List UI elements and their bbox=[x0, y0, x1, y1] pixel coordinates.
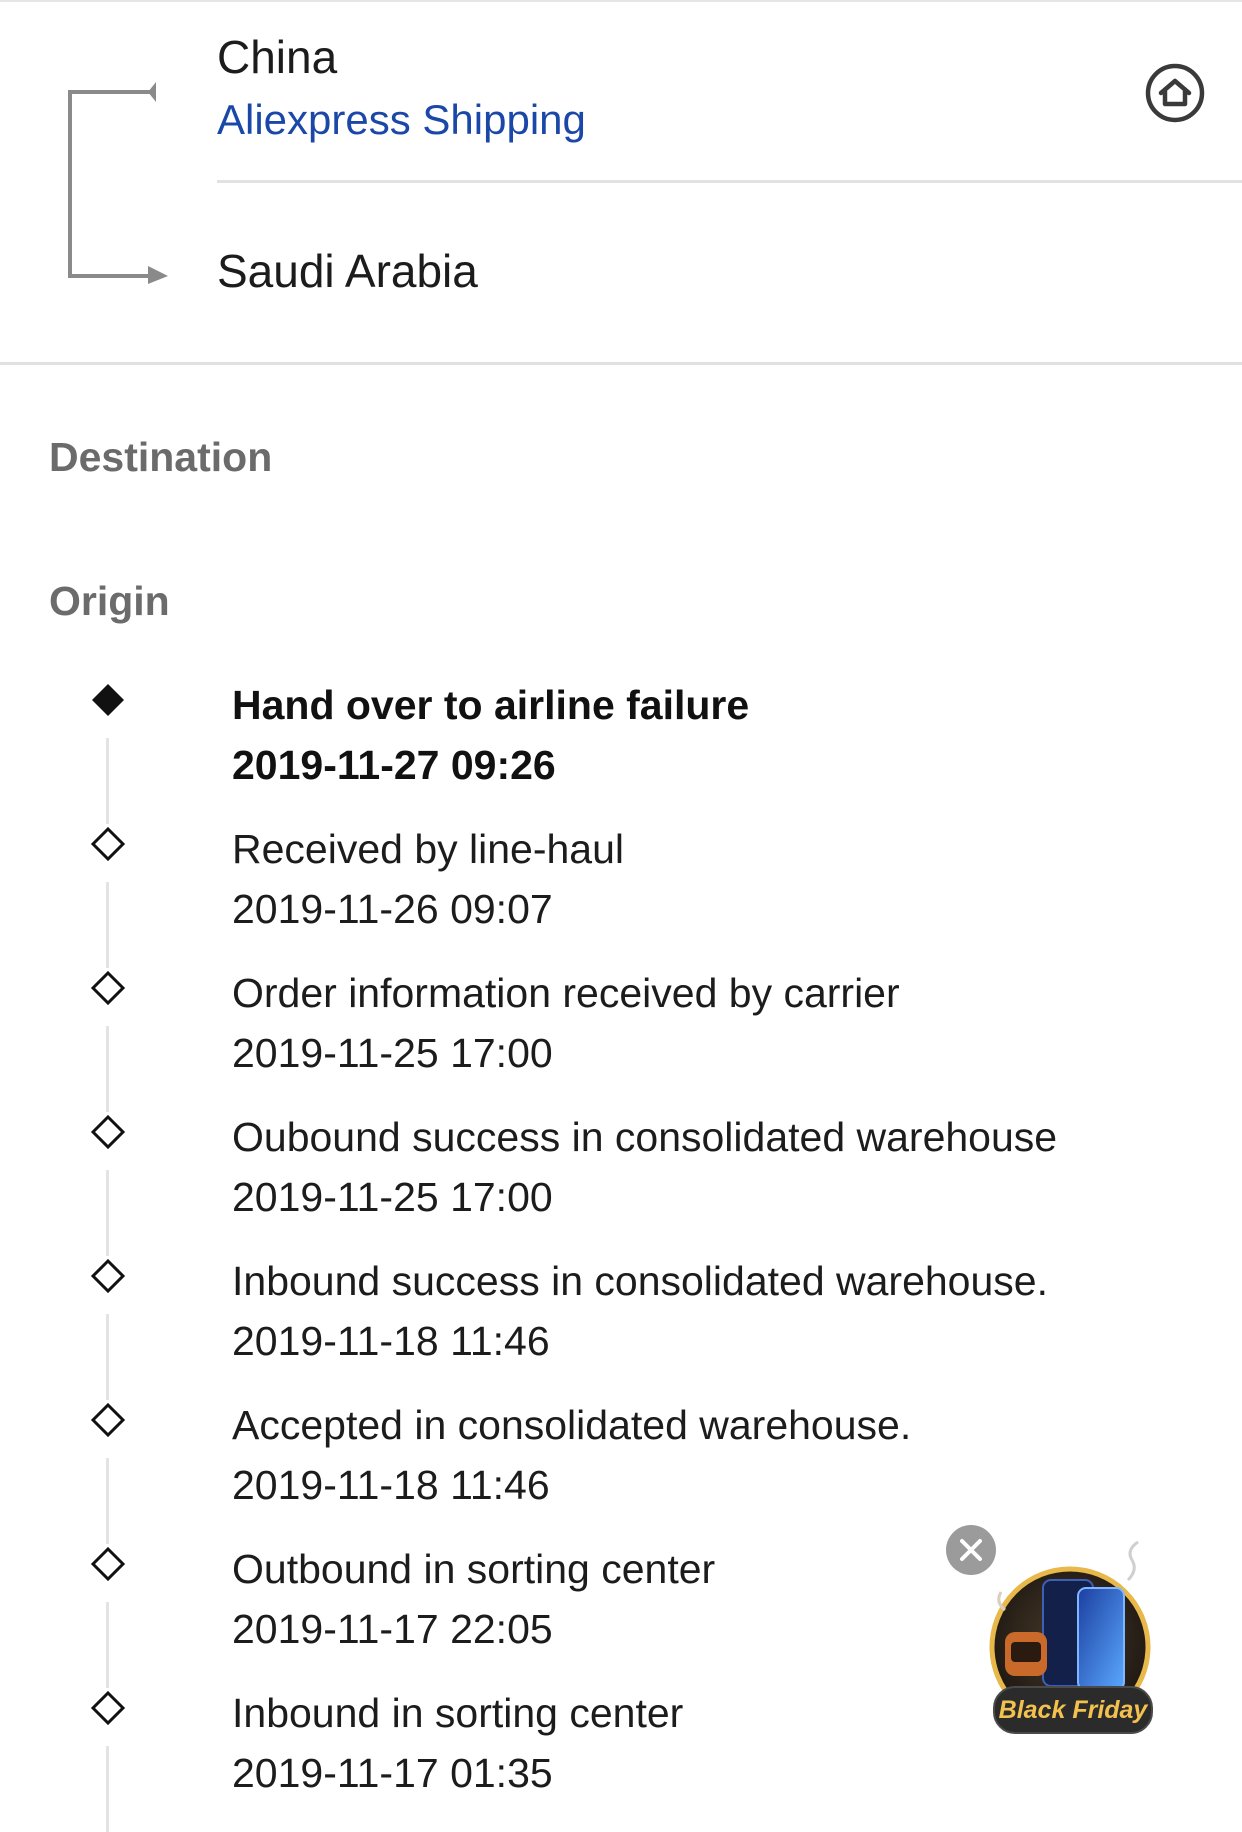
event-time: 2019-11-25 17:00 bbox=[232, 1174, 553, 1220]
event-time: 2019-11-27 09:26 bbox=[232, 742, 556, 788]
event-title: Inbound in sorting center bbox=[232, 1690, 684, 1736]
diamond-outline-icon bbox=[90, 1690, 126, 1726]
diamond-outline-icon bbox=[90, 1258, 126, 1294]
event-time: 2019-11-18 11:46 bbox=[232, 1462, 550, 1508]
destination-label: Destination bbox=[49, 434, 273, 480]
carrier-link[interactable]: Aliexpress Shipping bbox=[217, 96, 586, 144]
black-friday-badge[interactable]: Black Friday bbox=[993, 1686, 1153, 1734]
diamond-outline-icon bbox=[90, 826, 126, 862]
tracking-event: Hand over to airline failure 2019-11-27 … bbox=[0, 660, 1242, 824]
event-title: Inbound success in consolidated warehous… bbox=[232, 1258, 1048, 1304]
destination-country: Saudi Arabia bbox=[217, 245, 478, 297]
diamond-outline-icon bbox=[90, 970, 126, 1006]
tracking-event: Inbound success in consolidated warehous… bbox=[0, 1236, 1242, 1400]
origin-label: Origin bbox=[49, 578, 170, 624]
event-time: 2019-11-18 11:46 bbox=[232, 1318, 550, 1364]
close-icon bbox=[960, 1539, 982, 1561]
tracking-event: Oubound success in consolidated warehous… bbox=[0, 1092, 1242, 1256]
tracking-event: Received by line-haul 2019-11-26 09:07 bbox=[0, 804, 1242, 968]
route-header: China Aliexpress Shipping Saudi Arabia bbox=[0, 0, 1242, 363]
event-time: 2019-11-17 22:05 bbox=[232, 1606, 553, 1652]
diamond-outline-icon bbox=[90, 1402, 126, 1438]
event-time: 2019-11-17 01:35 bbox=[232, 1750, 553, 1796]
filled-diamond-icon bbox=[92, 684, 124, 716]
origin-country: China bbox=[217, 31, 338, 83]
diamond-outline-icon bbox=[90, 1546, 126, 1582]
tracking-event: Order information received by carrier 20… bbox=[0, 948, 1242, 1112]
event-time: 2019-11-26 09:07 bbox=[232, 886, 553, 932]
event-title: Order information received by carrier bbox=[232, 970, 900, 1016]
event-title: Hand over to airline failure bbox=[232, 682, 750, 728]
route-bracket-icon bbox=[68, 82, 168, 284]
diamond-outline-icon bbox=[90, 1114, 126, 1150]
event-title: Accepted in consolidated warehouse. bbox=[232, 1402, 912, 1448]
event-title: Outbound in sorting center bbox=[232, 1546, 716, 1592]
section-divider bbox=[0, 362, 1242, 365]
promo-close-button[interactable] bbox=[946, 1525, 996, 1575]
event-title: Received by line-haul bbox=[232, 826, 625, 872]
route-divider bbox=[217, 180, 1242, 183]
tracking-event: Accepted in consolidated warehouse. 2019… bbox=[0, 1380, 1242, 1544]
event-title: Oubound success in consolidated warehous… bbox=[232, 1114, 1058, 1160]
event-time: 2019-11-25 17:00 bbox=[232, 1030, 553, 1076]
timeline-connector bbox=[106, 1746, 109, 1832]
home-icon[interactable] bbox=[1144, 62, 1206, 124]
